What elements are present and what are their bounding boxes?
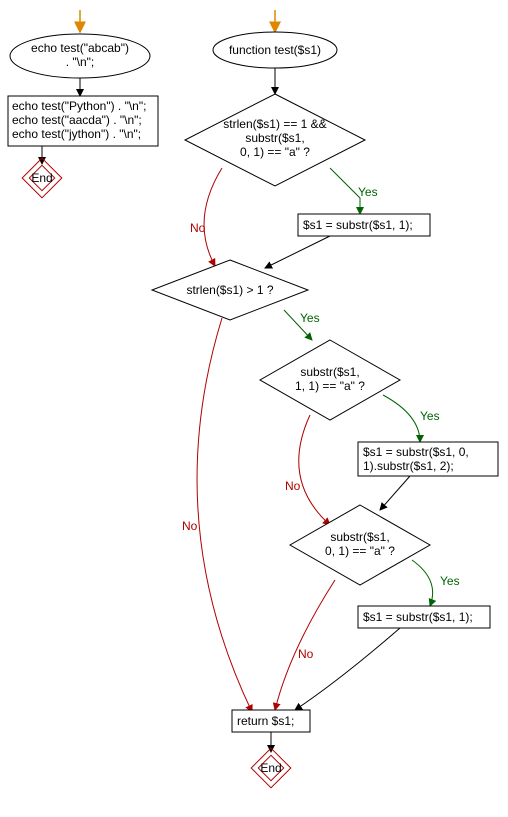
end-func-label: End [260, 761, 281, 775]
start-main-line1: echo test("abcab") [31, 41, 129, 55]
d4-l2: 0, 1) == "a" ? [325, 544, 395, 558]
p2-l2: 1).substr($s1, 2); [363, 459, 454, 473]
d1-l2: substr($s1, [245, 131, 304, 145]
p1-label: $s1 = substr($s1, 1); [303, 218, 413, 232]
p2-l1: $s1 = substr($s1, 0, [363, 445, 469, 459]
d2-label: strlen($s1) > 1 ? [186, 283, 273, 297]
edge-d1-no-label: No [190, 221, 206, 235]
node-end-main: End [22, 158, 62, 198]
edge-d3-yes [383, 395, 420, 442]
edge-d3-no [299, 415, 330, 525]
proc-main-l1: echo test("Python") . "\n"; [12, 99, 146, 113]
edge-d2-no-label: No [182, 519, 198, 533]
edge-d4-no [275, 580, 335, 710]
edge-d2-yes-label: Yes [300, 311, 320, 325]
node-d1: strlen($s1) == 1 && substr($s1, 0, 1) ==… [185, 94, 365, 186]
start-main-line2: . "\n"; [66, 55, 95, 69]
node-d4: substr($s1, 0, 1) == "a" ? [290, 505, 430, 585]
node-end-func: End [251, 748, 291, 788]
edge-d3-no-label: No [285, 479, 301, 493]
proc-main-l2: echo test("aacda") . "\n"; [12, 113, 142, 127]
return-label: return $s1; [237, 714, 294, 728]
edge-d4-no-label: No [298, 647, 314, 661]
edge-d1-no [204, 168, 222, 266]
edge-d4-yes [412, 560, 433, 606]
edge-p2-d4 [380, 476, 410, 510]
node-func: function test($s1) [213, 32, 337, 68]
end-main-label: End [31, 171, 52, 185]
edge-d2-no [197, 318, 252, 712]
d1-l1: strlen($s1) == 1 && [223, 117, 326, 131]
edge-d3-yes-label: Yes [420, 409, 440, 423]
node-p1: $s1 = substr($s1, 1); [298, 214, 430, 236]
p3-label: $s1 = substr($s1, 1); [363, 610, 473, 624]
proc-main-l3: echo test("jython") . "\n"; [12, 127, 141, 141]
func-label: function test($s1) [229, 43, 321, 57]
edge-d1-yes [330, 168, 360, 214]
d4-l1: substr($s1, [330, 530, 389, 544]
d3-l2: 1, 1) == "a" ? [295, 379, 365, 393]
node-p2: $s1 = substr($s1, 0, 1).substr($s1, 2); [358, 442, 498, 476]
flowchart-canvas: echo test("abcab") . "\n"; echo test("Py… [0, 0, 508, 817]
d1-l3: 0, 1) == "a" ? [240, 145, 310, 159]
edge-p3-ret [295, 628, 400, 710]
node-proc-main: echo test("Python") . "\n"; echo test("a… [8, 96, 158, 146]
edge-d4-yes-label: Yes [440, 574, 460, 588]
node-start-main: echo test("abcab") . "\n"; [10, 34, 150, 78]
node-d3: substr($s1, 1, 1) == "a" ? [260, 340, 400, 420]
node-return: return $s1; [232, 710, 310, 732]
edge-p1-d2 [265, 236, 330, 268]
d3-l1: substr($s1, [300, 365, 359, 379]
node-p3: $s1 = substr($s1, 1); [358, 606, 490, 628]
edge-d1-yes-label: Yes [358, 185, 378, 199]
